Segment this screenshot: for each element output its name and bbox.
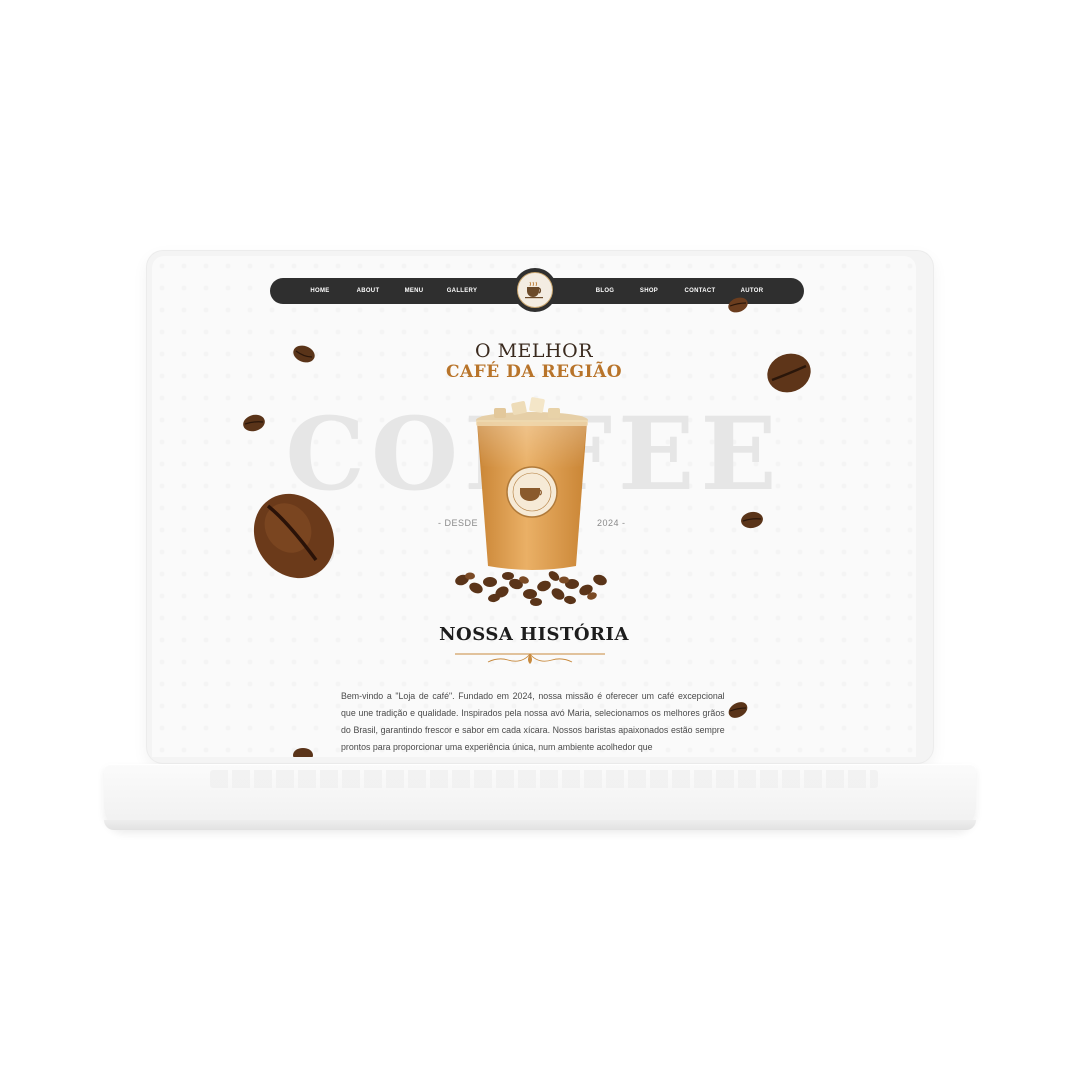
nav-item-about[interactable]: ABOUT <box>348 278 388 304</box>
nav-item-menu[interactable]: MENU <box>394 278 434 304</box>
ornament-divider <box>455 653 605 664</box>
nav-item-gallery[interactable]: GALLERY <box>440 278 484 304</box>
story-title: NOSSA HISTÓRIA <box>439 624 629 645</box>
laptop-base-edge <box>104 820 976 830</box>
nav-item-shop[interactable]: SHOP <box>630 278 668 304</box>
keyboard <box>210 770 878 788</box>
nav-item-blog[interactable]: BLOG <box>586 278 624 304</box>
coffee-bean-icon <box>767 353 811 393</box>
nav-item-contact[interactable]: CONTACT <box>676 278 724 304</box>
coffee-bean-icon <box>243 414 265 432</box>
coffee-bean-icon <box>253 493 335 579</box>
coffee-bean-icon <box>728 297 748 313</box>
website-viewport: COFFEE HOME ABOUT MENU GALLERY BLOG SHOP <box>152 256 916 757</box>
coffee-bean-icon <box>728 702 748 718</box>
nav-item-home[interactable]: HOME <box>300 278 340 304</box>
coffee-bean-icon <box>293 748 313 757</box>
main-navigation: HOME ABOUT MENU GALLERY BLOG SHOP CONTAC… <box>270 268 804 312</box>
coffee-bean-icon <box>741 511 763 529</box>
coffee-cup-icon <box>517 272 553 308</box>
coffee-bean-icon <box>293 345 315 363</box>
iced-coffee-image <box>442 396 622 606</box>
laptop-base <box>104 764 976 830</box>
brand-logo[interactable] <box>513 268 557 312</box>
story-paragraph: Bem-vindo a "Loja de café". Fundado em 2… <box>341 691 725 753</box>
laptop-screen: COFFEE HOME ABOUT MENU GALLERY BLOG SHOP <box>147 251 933 763</box>
